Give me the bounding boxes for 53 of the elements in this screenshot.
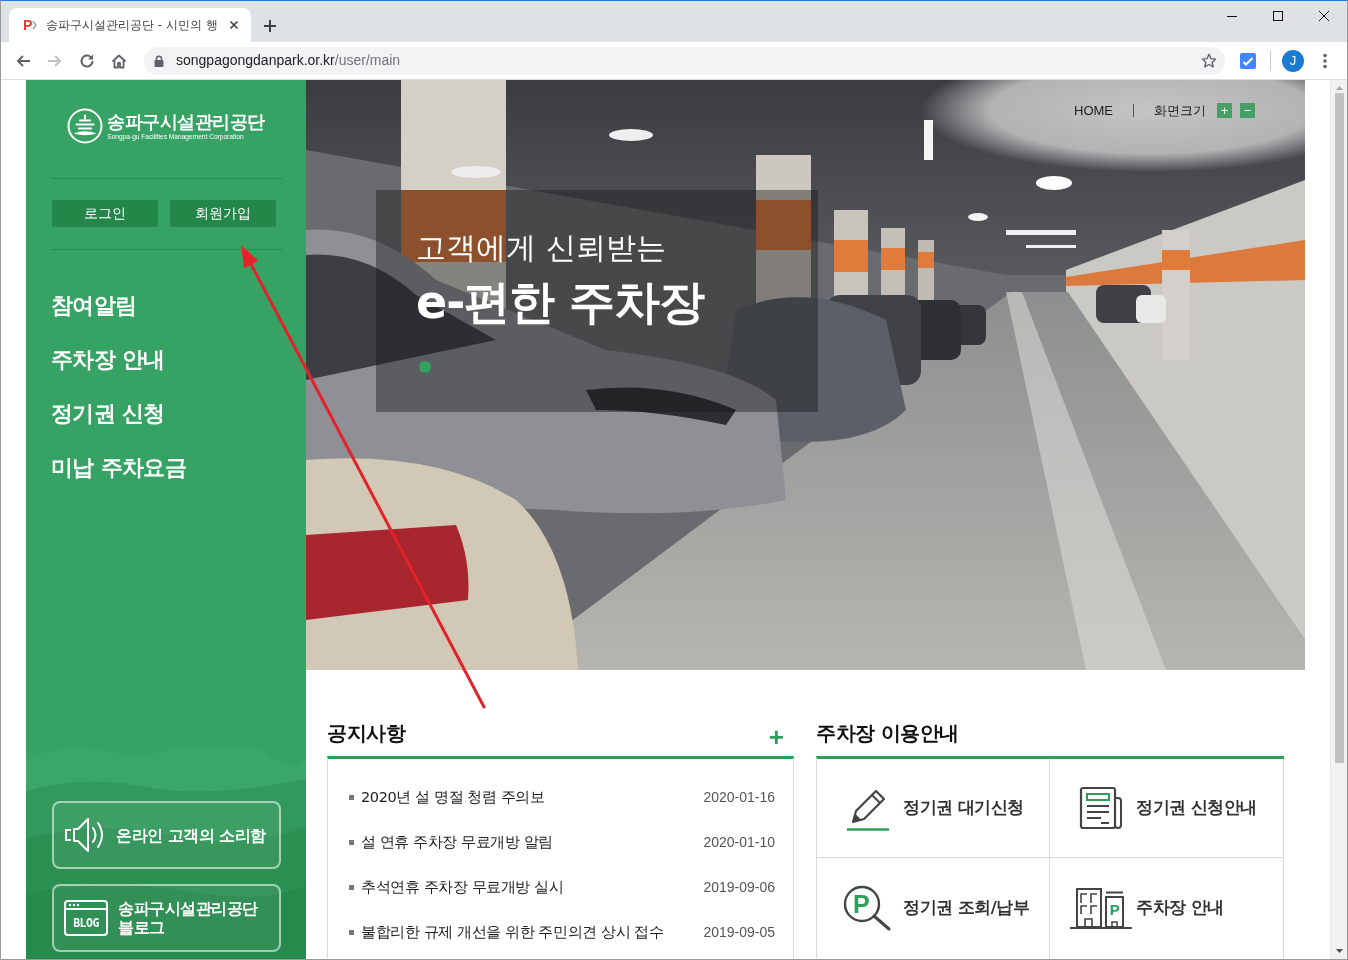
bullet-icon (349, 885, 354, 890)
notice-date: 2019-09-05 (703, 923, 775, 942)
zoom-label: 화면크기 (1154, 102, 1206, 120)
guide-link[interactable]: P 정기권 조회/납부 (817, 858, 1050, 958)
profile-button[interactable]: J (1282, 49, 1304, 72)
back-arrow-icon[interactable] (15, 52, 31, 69)
extension-icon[interactable] (1240, 52, 1256, 69)
notice-date: 2020-01-10 (703, 833, 775, 852)
section-heading: 공지사항 (327, 720, 405, 747)
menu-link[interactable]: 미납 주차요금 (51, 441, 187, 495)
logo-emblem-icon (67, 108, 104, 144)
menu-icon[interactable] (1323, 52, 1327, 69)
hero-title: e-편한 주차장 (416, 274, 706, 330)
new-tab-icon[interactable] (262, 18, 277, 33)
reload-icon[interactable] (79, 52, 95, 69)
scroll-down-icon[interactable] (1335, 949, 1343, 953)
signup-button[interactable]: 회원가입 (170, 200, 276, 227)
star-icon[interactable] (1201, 52, 1217, 69)
address-bar[interactable]: songpagongdanpark.or.kr/user/main (144, 46, 1225, 75)
logo-name: 송파구시설관리공단 (107, 111, 265, 132)
speaker-icon (64, 815, 106, 855)
login-button[interactable]: 로그인 (52, 200, 158, 227)
quick-link-button[interactable]: BLOG 송파구시설관리공단 블로그 (52, 884, 281, 952)
bullet-icon (349, 840, 354, 845)
notice-link[interactable]: 설 연휴 주차장 무료개방 알림 (361, 831, 704, 854)
notice-link[interactable]: 2020년 설 명절 청렴 주의보 (361, 786, 704, 809)
browser-tab[interactable]: P 송파구시설관리공단 - 시민의 행 (9, 8, 251, 42)
close-icon[interactable] (1319, 10, 1329, 21)
zoom-in-button[interactable]: + (1217, 103, 1232, 119)
section-heading: 주차장 이용안내 (816, 720, 959, 747)
menu-link[interactable]: 주차장 안내 (51, 333, 165, 387)
home-icon[interactable] (111, 52, 127, 69)
hero-subtitle: 고객에게 신뢰받는 (416, 229, 667, 267)
menu-link[interactable]: 참여알림 (51, 279, 137, 333)
guide-link[interactable]: P 주차장 안내 (1050, 858, 1284, 958)
notice-link[interactable]: 불합리한 규제 개선을 위한 주민의견 상시 접수 (361, 921, 704, 944)
notice-link[interactable]: 추석연휴 주차장 무료개방 실시 (361, 876, 704, 899)
menu-link[interactable]: 정기권 신청 (51, 387, 165, 441)
guide-link[interactable]: 정기권 대기신청 (817, 759, 1050, 858)
home-link[interactable]: HOME (1074, 101, 1113, 121)
blog-icon: BLOG (64, 900, 108, 936)
maximize-icon[interactable] (1273, 10, 1283, 21)
zoom-out-button[interactable]: − (1240, 103, 1255, 119)
scrollbar-thumb[interactable] (1334, 93, 1344, 763)
guide-link[interactable]: 정기권 신청안내 (1050, 759, 1284, 858)
more-link[interactable]: + (768, 726, 784, 748)
bullet-icon (349, 795, 354, 800)
quick-link-button[interactable]: 온라인 고객의 소리함 (52, 801, 281, 869)
bullet-icon (349, 930, 354, 935)
document-icon (1079, 786, 1123, 830)
notice-date: 2019-09-06 (703, 878, 775, 897)
notice-date: 2020-01-16 (703, 788, 775, 807)
lock-icon (154, 54, 164, 67)
